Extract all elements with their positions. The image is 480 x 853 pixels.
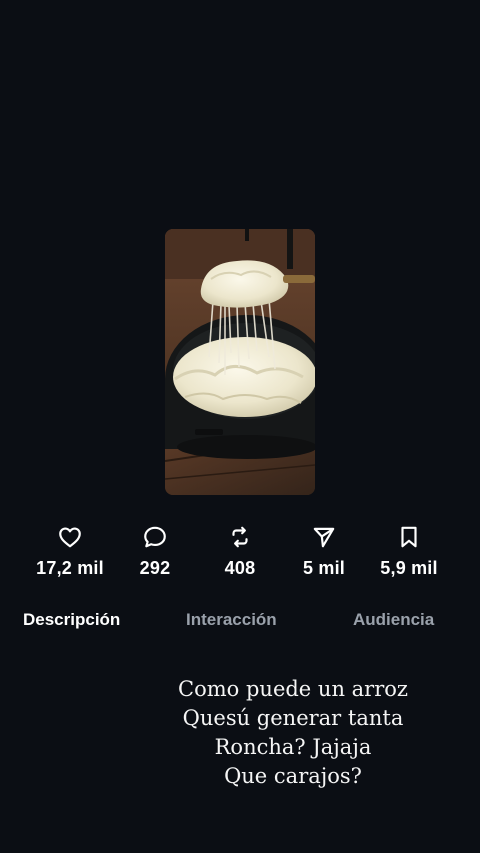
caption-line: Como puede un arroz <box>178 677 408 701</box>
post-media-thumbnail[interactable] <box>165 229 315 495</box>
caption-line: Roncha? Jajaja <box>214 735 372 759</box>
shares-count: 5 mil <box>302 558 346 578</box>
reposts-count: 408 <box>224 558 256 578</box>
bookmarks-count: 5,9 mil <box>380 558 438 578</box>
post-caption: Como puede un arroz Quesú generar tanta … <box>140 675 446 791</box>
stat-bookmarks[interactable]: 5,9 mil <box>359 524 459 579</box>
caption-line: Quesú generar tanta <box>182 706 404 730</box>
share-icon <box>313 527 335 548</box>
heart-icon <box>59 527 81 548</box>
insight-tabs: Descripción Interacción Audiencia <box>0 610 480 634</box>
bookmark-icon <box>401 526 417 548</box>
caption-line: Que carajos? <box>224 764 362 788</box>
comment-icon <box>144 526 166 548</box>
engagement-stats: 17,2 mil 292 408 5 mil 5,9 mil <box>0 524 480 594</box>
comments-count: 292 <box>139 558 171 578</box>
likes-count: 17,2 mil <box>36 558 104 578</box>
cheese-rice-photo <box>165 229 315 495</box>
repost-icon <box>232 526 248 548</box>
tab-interaccion[interactable]: Interacción <box>186 610 277 630</box>
tab-descripcion[interactable]: Descripción <box>23 610 120 630</box>
tab-audiencia[interactable]: Audiencia <box>353 610 434 630</box>
